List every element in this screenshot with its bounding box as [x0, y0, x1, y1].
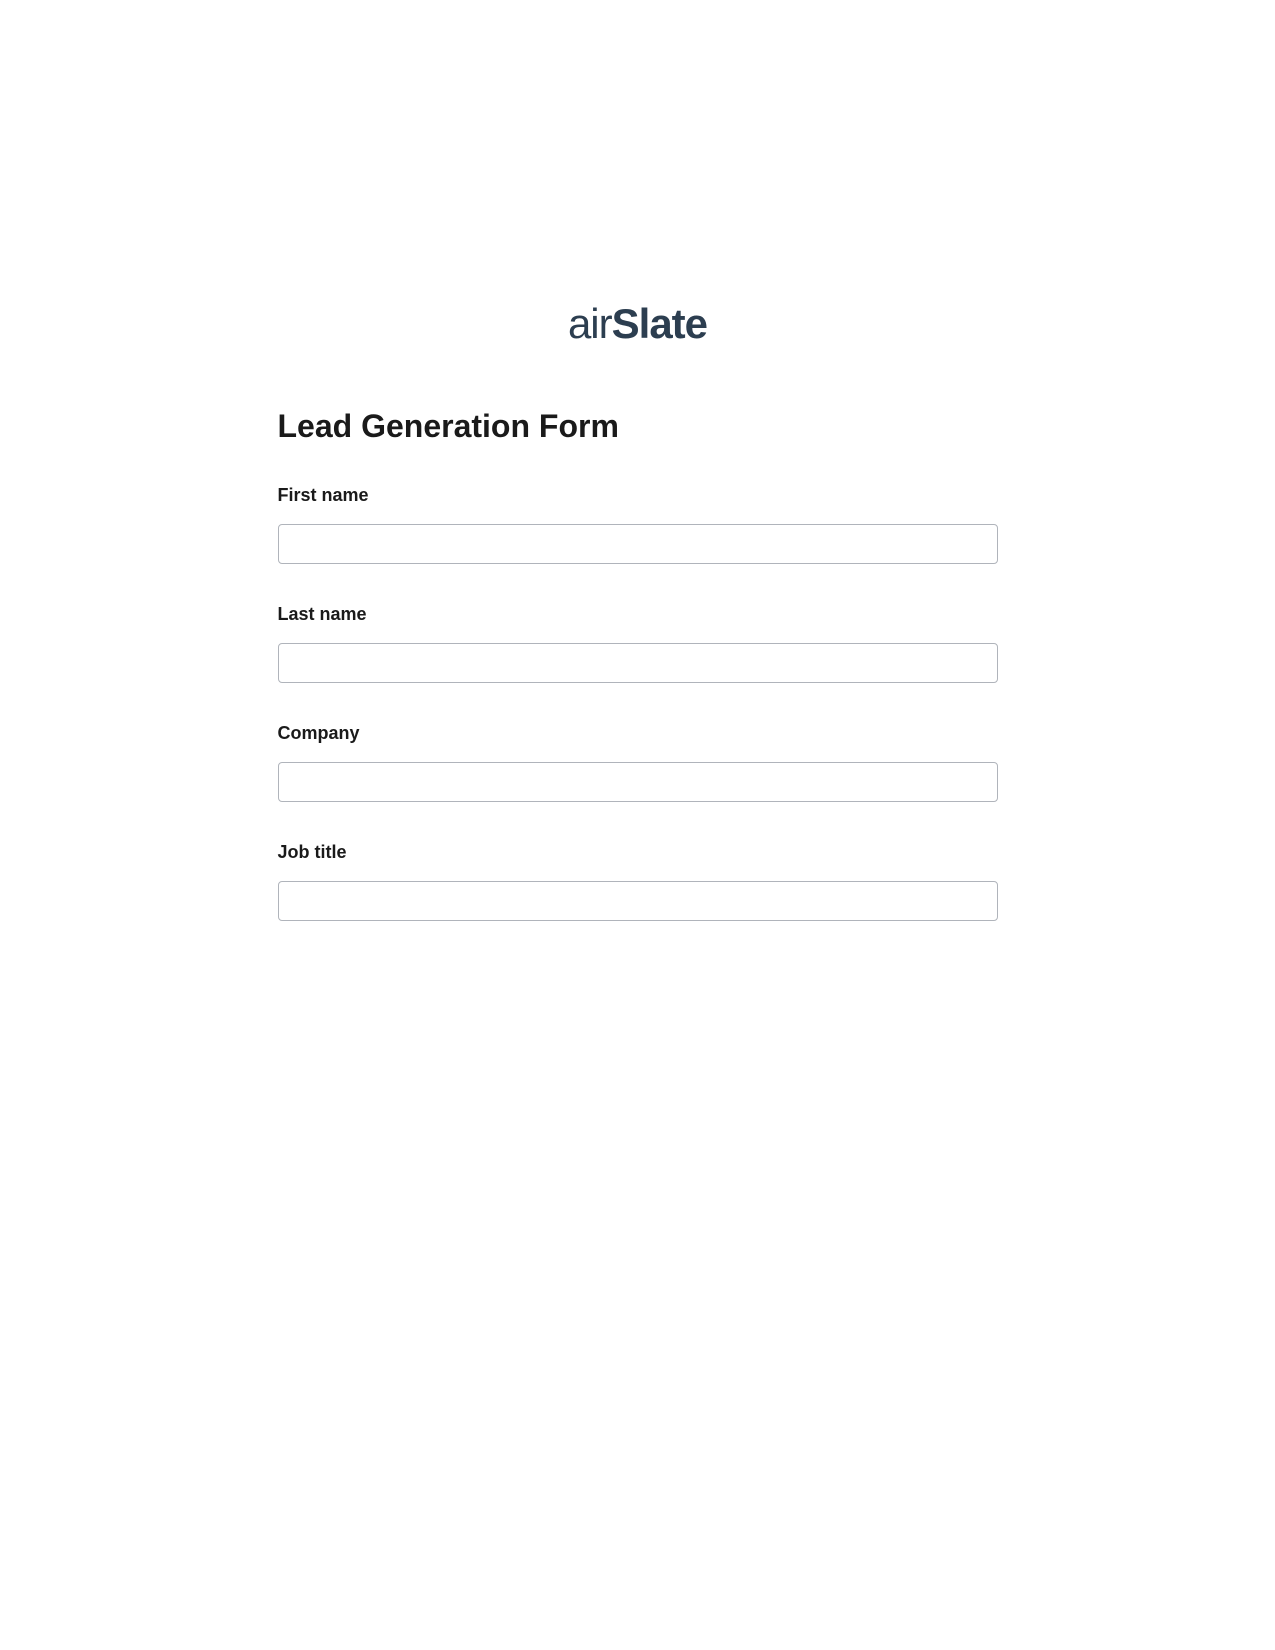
- form-group-first-name: First name: [278, 485, 998, 564]
- job-title-label: Job title: [278, 842, 998, 863]
- form-group-job-title: Job title: [278, 842, 998, 921]
- logo-text: airSlate: [568, 300, 707, 347]
- form-container: airSlate Lead Generation Form First name…: [278, 0, 998, 921]
- form-title: Lead Generation Form: [278, 408, 998, 445]
- job-title-input[interactable]: [278, 881, 998, 921]
- form-group-last-name: Last name: [278, 604, 998, 683]
- logo-air-part: air: [568, 300, 612, 347]
- company-label: Company: [278, 723, 998, 744]
- logo: airSlate: [278, 300, 998, 348]
- last-name-label: Last name: [278, 604, 998, 625]
- company-input[interactable]: [278, 762, 998, 802]
- form-group-company: Company: [278, 723, 998, 802]
- last-name-input[interactable]: [278, 643, 998, 683]
- logo-slate-part: Slate: [612, 300, 707, 347]
- first-name-label: First name: [278, 485, 998, 506]
- first-name-input[interactable]: [278, 524, 998, 564]
